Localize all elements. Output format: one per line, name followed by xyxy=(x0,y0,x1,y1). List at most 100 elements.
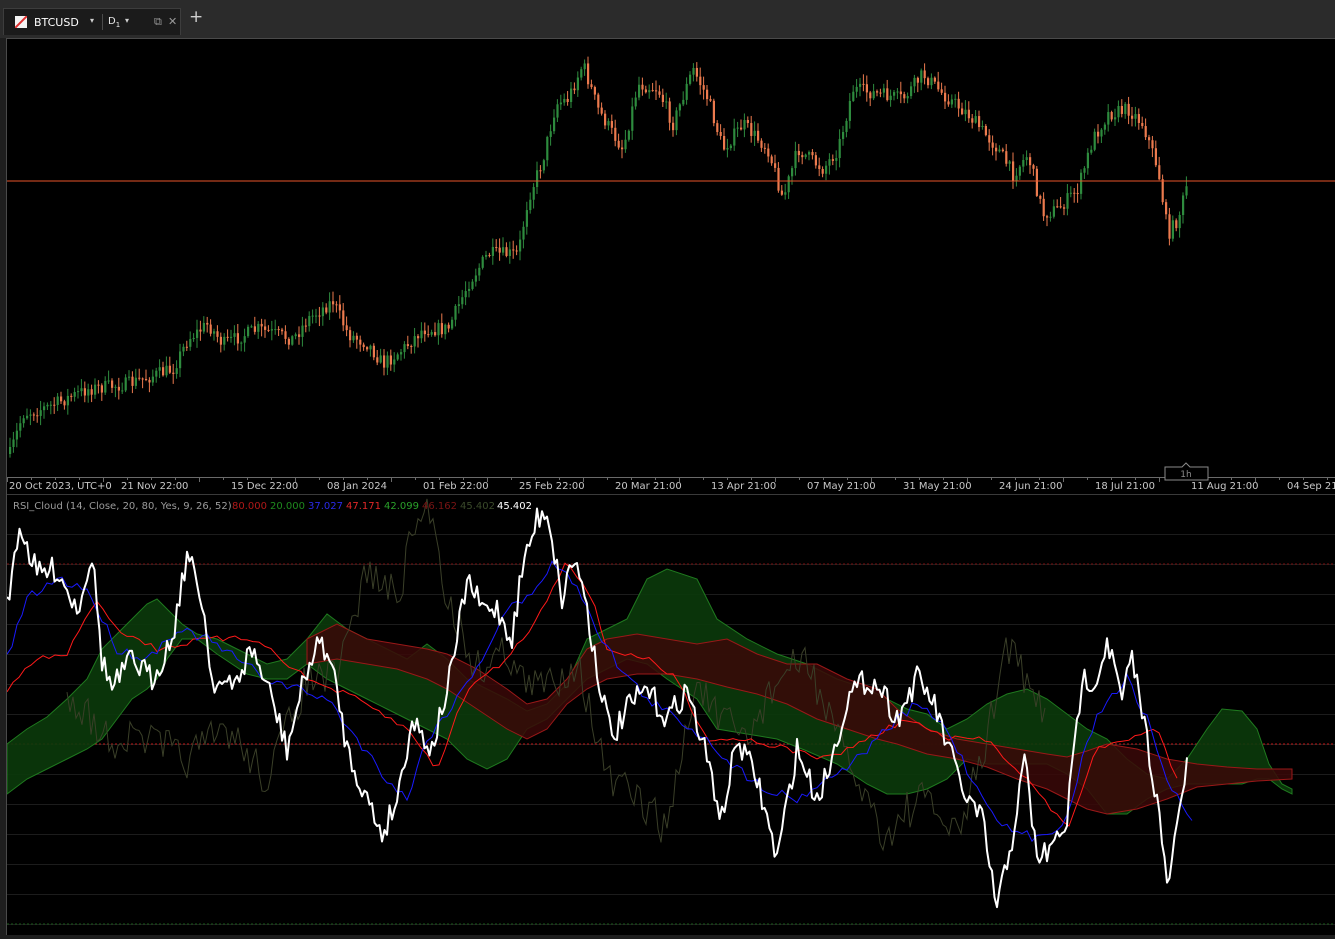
candle-body xyxy=(264,326,267,330)
symbol-flag-icon xyxy=(15,16,27,28)
candle-body xyxy=(478,267,481,276)
candle-body xyxy=(597,94,600,108)
candle-body xyxy=(485,254,488,257)
candle-body xyxy=(695,67,698,77)
candle-body xyxy=(253,326,256,332)
candle-body xyxy=(1005,151,1008,164)
candle-body xyxy=(1066,193,1069,209)
candle-body xyxy=(818,165,821,169)
candle-body xyxy=(702,85,705,90)
candle-body xyxy=(389,355,392,365)
chart-area[interactable]: 20 Oct 2023, UTC+0 21 Nov 22:00 15 Dec 2… xyxy=(6,38,1335,935)
candle-body xyxy=(243,336,246,343)
candle-body xyxy=(383,355,386,368)
candle-body xyxy=(733,128,736,146)
candle-body xyxy=(1035,168,1038,196)
candle-body xyxy=(328,301,331,313)
candle-body xyxy=(882,88,885,93)
candle-body xyxy=(464,290,467,298)
candle-body xyxy=(814,155,817,166)
candle-body xyxy=(539,170,542,172)
candle-body xyxy=(100,385,103,393)
candle-body xyxy=(1127,103,1130,116)
timeframe-dropdown-icon[interactable]: ▾ xyxy=(125,16,129,25)
candle-body xyxy=(784,192,787,195)
candle-body xyxy=(335,304,338,306)
candle-body xyxy=(719,131,722,136)
candle-body xyxy=(842,131,845,139)
candle-body xyxy=(631,106,634,131)
chart-canvas[interactable]: 20 Oct 2023, UTC+0 21 Nov 22:00 15 Dec 2… xyxy=(6,39,1335,936)
chart-tab-bar: BTCUSD ▾ D1 ▾ ⧉ ✕ + xyxy=(0,0,1335,38)
candle-body xyxy=(1114,117,1117,120)
candle-body xyxy=(665,101,668,103)
popout-icon[interactable]: ⧉ xyxy=(154,15,162,29)
candle-body xyxy=(185,346,188,348)
candle-body xyxy=(974,116,977,123)
candle-body xyxy=(627,130,630,140)
symbol-dropdown-icon[interactable]: ▾ xyxy=(90,16,94,25)
candle-body xyxy=(49,404,52,406)
candle-body xyxy=(1022,160,1025,167)
candle-body xyxy=(515,250,518,252)
candle-body xyxy=(821,168,824,174)
symbol-label[interactable]: BTCUSD xyxy=(34,16,79,29)
candle-body xyxy=(692,67,695,75)
candle-body xyxy=(315,315,318,317)
candle-body xyxy=(22,418,25,424)
candle-body xyxy=(196,329,199,338)
candle-body xyxy=(213,331,216,334)
candle-body xyxy=(26,415,29,419)
candle-body xyxy=(723,135,726,150)
candle-body xyxy=(270,329,273,331)
candle-body xyxy=(70,395,73,397)
candle-body xyxy=(859,83,862,87)
time-axis-labels: 20 Oct 2023, UTC+0 21 Nov 22:00 15 Dec 2… xyxy=(9,481,1335,492)
legend-value-lower: 20.000 xyxy=(270,501,305,512)
candle-body xyxy=(60,396,63,402)
legend-value-red: 47.171 xyxy=(346,501,381,512)
candle-body xyxy=(301,325,304,337)
candle-body xyxy=(80,388,83,392)
candle-body xyxy=(1012,161,1015,181)
candle-body xyxy=(1124,103,1127,114)
indicator-legend[interactable]: RSI_Cloud (14, Close, 20, 80, Yes, 9, 26… xyxy=(13,501,532,512)
candle-body xyxy=(257,323,260,332)
candle-body xyxy=(274,329,277,331)
legend-value-green: 42.099 xyxy=(384,501,419,512)
candle-body xyxy=(219,336,222,345)
candle-body xyxy=(729,145,732,149)
candle-body xyxy=(991,142,994,148)
time-label: 08 Jan 2024 xyxy=(327,481,387,492)
candle-body xyxy=(87,389,90,396)
candle-body xyxy=(699,76,702,86)
chart-tab-btcusd[interactable]: BTCUSD ▾ D1 ▾ ⧉ ✕ xyxy=(3,8,181,35)
candle-body xyxy=(36,415,39,417)
candle-body xyxy=(158,367,161,371)
candle-body xyxy=(131,376,134,386)
candle-body xyxy=(532,187,535,200)
candle-body xyxy=(311,315,314,317)
candle-body xyxy=(318,315,321,317)
candle-body xyxy=(529,199,532,211)
candle-body xyxy=(308,316,311,327)
candle-body xyxy=(641,84,644,90)
candle-body xyxy=(556,104,559,118)
candle-body xyxy=(19,423,22,431)
add-tab-button[interactable]: + xyxy=(189,9,203,26)
candle-body xyxy=(372,345,375,358)
candle-body xyxy=(379,355,382,363)
close-tab-icon[interactable]: ✕ xyxy=(168,15,177,28)
timeframe-marker[interactable]: 1h xyxy=(1164,462,1209,481)
timeframe-selector[interactable]: D1 xyxy=(108,16,120,29)
candle-body xyxy=(607,121,610,126)
candle-body xyxy=(491,247,494,256)
candle-body xyxy=(349,330,352,341)
candle-body xyxy=(168,365,171,373)
candle-body xyxy=(522,226,525,240)
candle-body xyxy=(138,377,141,379)
candle-body xyxy=(726,148,729,150)
candle-body xyxy=(1086,152,1089,169)
candle-body xyxy=(604,113,607,126)
candle-body xyxy=(750,123,753,136)
